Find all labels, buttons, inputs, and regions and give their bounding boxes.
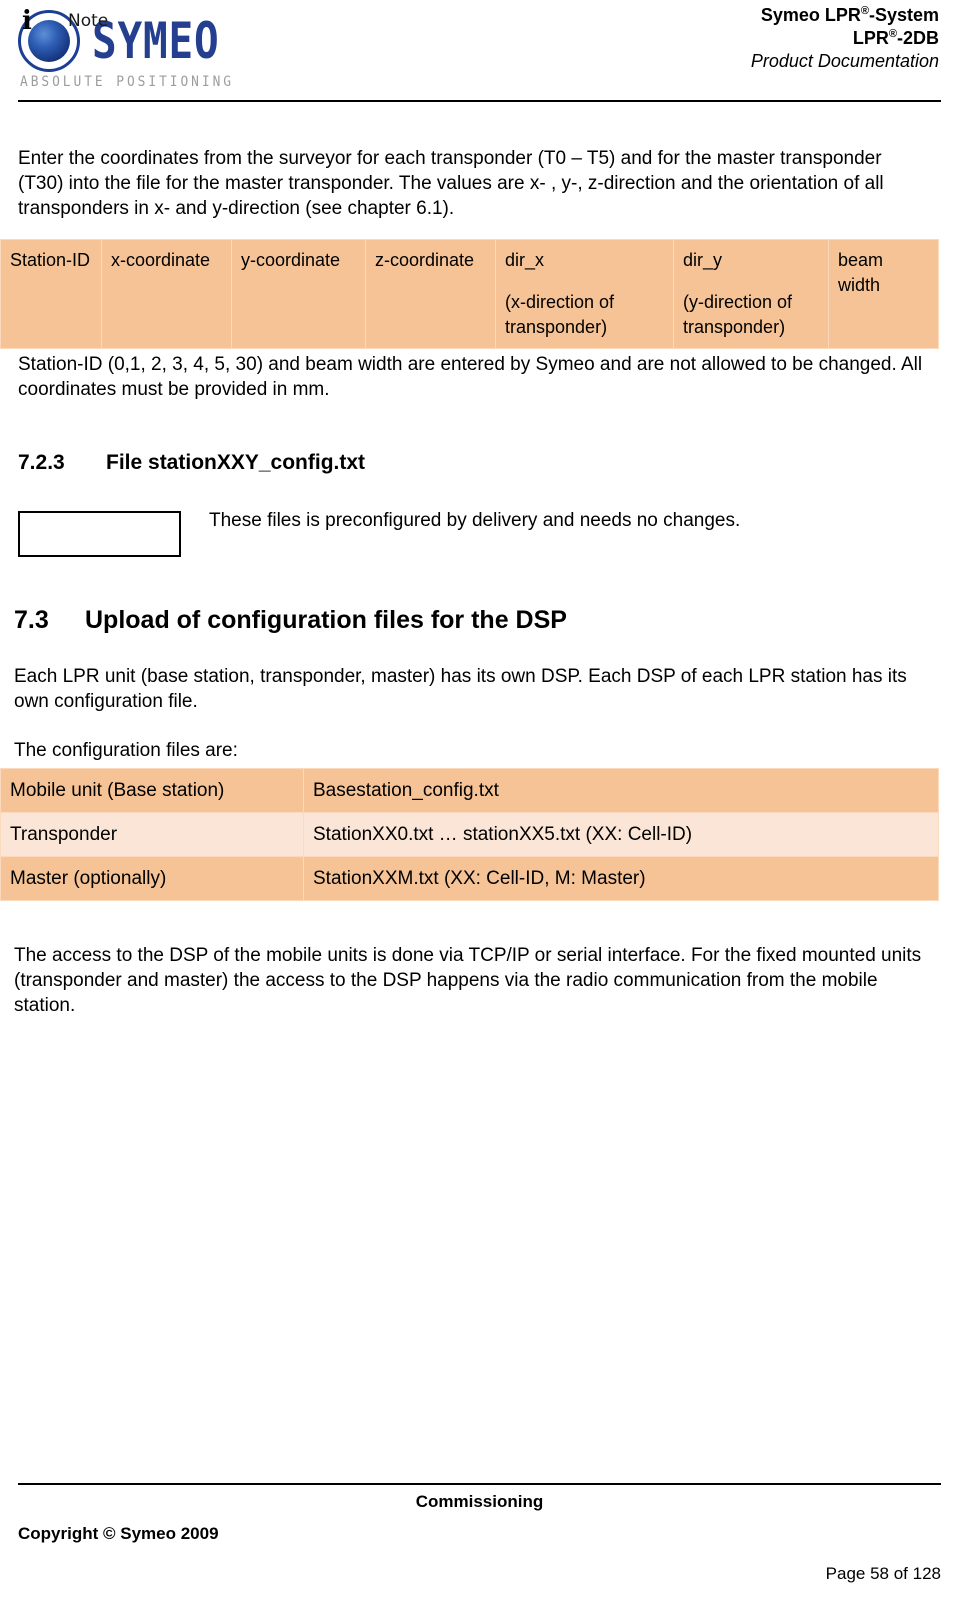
header-product-title: Symeo LPR®-System (751, 4, 939, 27)
note-label: Note (68, 11, 109, 31)
column-title: beam width (838, 250, 884, 295)
header-title-block: Symeo LPR®-System LPR®-2DB Product Docum… (751, 4, 939, 73)
column-title: y-coordinate (241, 250, 341, 270)
column-title: z-coordinate (375, 250, 475, 270)
coordinate-definition-table: Station-ID x-coordinate y-coordinate z-c… (0, 239, 939, 349)
heading-7-3: 7.3 Upload of configuration files for the… (14, 606, 567, 635)
logo-sphere-shape (28, 20, 70, 62)
page-header: SYMEO ABSOLUTE POSITIONING Symeo LPR®-Sy… (0, 0, 959, 102)
symeo-logo: SYMEO ABSOLUTE POSITIONING (18, 8, 248, 94)
config-file-cell: Basestation_config.txt (303, 768, 939, 813)
table-cell-x-coordinate: x-coordinate (101, 239, 232, 349)
table-cell-station-id: Station-ID (0, 239, 102, 349)
table-cell-y-coordinate: y-coordinate (231, 239, 366, 349)
column-title: dir_y (683, 250, 723, 270)
table-cell-dir-y: dir_y (y-direction of transponder) (673, 239, 829, 349)
header-model-title-post: -2DB (896, 28, 939, 48)
heading-7-2-3: 7.2.3 File stationXXY_config.txt (18, 451, 365, 475)
column-title: Station-ID (10, 250, 91, 270)
header-model-title: LPR®-2DB (751, 27, 939, 50)
config-files-lead: The configuration files are: (14, 740, 238, 761)
config-file-cell: StationXX0.txt … stationXX5.txt (XX: Cel… (303, 812, 939, 857)
heading-text: File stationXXY_config.txt (106, 451, 366, 474)
column-title: x-coordinate (111, 250, 211, 270)
note-box (18, 511, 181, 557)
table-row: Transponder StationXX0.txt … stationXX5.… (0, 812, 939, 857)
logo-tagline: ABSOLUTE POSITIONING (20, 74, 234, 90)
header-model-title-pre: LPR (852, 28, 889, 48)
heading-text: Upload of configuration files for the DS… (85, 606, 567, 634)
heading-number: 7.2.3 (18, 451, 65, 474)
table-cell-z-coordinate: z-coordinate (365, 239, 496, 349)
info-icon: i (22, 6, 32, 36)
intro-paragraph: Enter the coordinates from the surveyor … (18, 148, 884, 219)
header-product-title-post: -System (868, 5, 939, 25)
config-unit-cell: Transponder (0, 812, 304, 857)
registered-trademark-icon-2: ® (888, 28, 897, 40)
footer-divider (18, 1483, 941, 1485)
column-subtitle: (x-direction of transponder) (505, 292, 615, 337)
logo-wordmark: SYMEO (92, 12, 220, 70)
config-unit-cell: Mobile unit (Base station) (0, 768, 304, 813)
header-subtitle: Product Documentation (750, 51, 939, 71)
header-product-title-pre: Symeo LPR (760, 5, 861, 25)
column-title: dir_x (505, 250, 545, 270)
table-cell-dir-x: dir_x (x-direction of transponder) (495, 239, 674, 349)
footer-page-number: Page 58 of 128 (825, 1564, 941, 1583)
note-text: These files is preconfigured by delivery… (209, 510, 741, 531)
table-cell-beam-width: beam width (828, 239, 939, 349)
column-subtitle: (y-direction of transponder) (683, 292, 793, 337)
config-unit-cell: Master (optionally) (0, 856, 304, 901)
header-divider (18, 100, 941, 102)
table-row: Station-ID x-coordinate y-coordinate z-c… (0, 239, 939, 349)
footer-copyright: Copyright © Symeo 2009 (18, 1524, 219, 1543)
heading-number: 7.3 (14, 606, 49, 634)
footer-section-name: Commissioning (415, 1492, 544, 1511)
after-table-paragraph: Station-ID (0,1, 2, 3, 4, 5, 30) and bea… (18, 354, 923, 400)
registered-trademark-icon: ® (860, 5, 869, 17)
config-file-cell: StationXXM.txt (XX: Cell-ID, M: Master) (303, 856, 939, 901)
table-row: Master (optionally) StationXXM.txt (XX: … (0, 856, 939, 901)
access-paragraph: The access to the DSP of the mobile unit… (14, 945, 922, 1016)
dsp-paragraph: Each LPR unit (base station, transponder… (14, 666, 907, 712)
config-files-table: Mobile unit (Base station) Basestation_c… (0, 768, 939, 901)
table-row: Mobile unit (Base station) Basestation_c… (0, 768, 939, 813)
